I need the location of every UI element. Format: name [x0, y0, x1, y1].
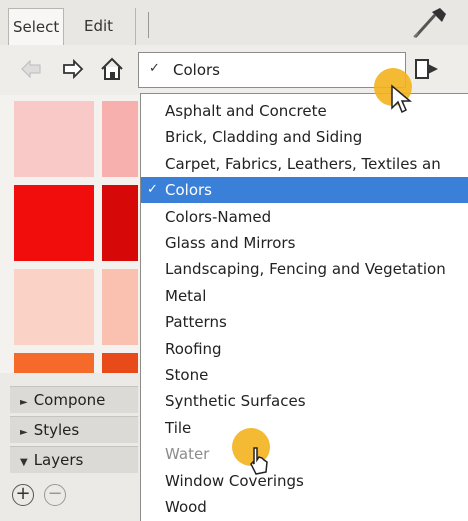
menu-item[interactable]: Landscaping, Fencing and Vegetation: [141, 256, 468, 282]
menu-item[interactable]: Asphalt and Concrete: [141, 98, 468, 124]
collapse-arrow-icon: ▼: [20, 457, 28, 468]
expand-arrow-icon: ►: [20, 427, 28, 438]
menu-item-label: Roofing: [165, 339, 222, 358]
menu-item[interactable]: Colors-Named: [141, 204, 468, 230]
menu-item[interactable]: Stone: [141, 362, 468, 388]
materials-panel: Select Edit ✓ Colors ► Compone ► Styles …: [0, 0, 468, 521]
menu-item[interactable]: Synthetic Surfaces: [141, 388, 468, 414]
menu-item[interactable]: Window Coverings: [141, 468, 468, 494]
dropdown-check-icon: ✓: [149, 61, 160, 76]
menu-item[interactable]: Glass and Mirrors: [141, 230, 468, 256]
menu-item-label: Tile: [165, 418, 192, 437]
swatch[interactable]: [14, 269, 94, 345]
section-label: Styles: [33, 421, 80, 439]
menu-item-label: Wood: [165, 498, 207, 516]
swatch[interactable]: [102, 353, 138, 373]
menu-item[interactable]: ✓ Colors: [141, 177, 468, 204]
menu-item-label: Window Coverings: [165, 471, 304, 490]
swatch[interactable]: [102, 185, 138, 261]
menu-item[interactable]: Patterns: [141, 309, 468, 335]
menu-item-label: Patterns: [165, 313, 227, 332]
menu-item-label: Brick, Cladding and Siding: [165, 128, 363, 147]
details-arrow-icon[interactable]: [410, 52, 444, 86]
menu-item-label: Colors-Named: [165, 207, 272, 226]
home-icon[interactable]: [98, 55, 126, 83]
remove-layer-icon[interactable]: −: [44, 484, 66, 506]
menu-item[interactable]: Water: [141, 441, 468, 467]
section-layers[interactable]: ▼ Layers: [10, 446, 138, 473]
section-label: Compone: [33, 391, 106, 409]
menu-item-label: Metal: [165, 286, 207, 305]
add-layer-icon[interactable]: +: [12, 484, 34, 506]
check-icon: ✓: [147, 182, 158, 198]
tab-bar: Select Edit: [0, 0, 468, 45]
tab-select[interactable]: Select: [8, 8, 65, 45]
section-styles[interactable]: ► Styles: [10, 416, 138, 443]
expand-arrow-icon: ►: [20, 397, 28, 408]
menu-item-label: Carpet, Fabrics, Leathers, Textiles an: [165, 154, 441, 173]
menu-item-label: Colors: [165, 181, 212, 200]
eyedropper-icon[interactable]: [412, 6, 448, 38]
section-components[interactable]: ► Compone: [10, 386, 138, 413]
forward-arrow-icon[interactable]: [58, 55, 86, 83]
menu-item-label: Glass and Mirrors: [165, 234, 296, 252]
menu-item-label: Landscaping, Fencing and Vegetation: [165, 260, 446, 279]
menu-item[interactable]: Tile: [141, 415, 468, 441]
swatch[interactable]: [14, 353, 94, 373]
menu-item[interactable]: Carpet, Fabrics, Leathers, Textiles an: [141, 151, 468, 177]
tab-divider: [148, 12, 149, 38]
menu-item-label: Asphalt and Concrete: [165, 102, 327, 120]
mouse-pointer-icon: [391, 84, 412, 114]
tab-edit[interactable]: Edit: [80, 8, 136, 45]
swatch[interactable]: [14, 185, 94, 261]
collection-dropdown[interactable]: ✓ Colors: [138, 52, 406, 88]
swatch[interactable]: [14, 101, 94, 177]
section-label: Layers: [33, 451, 84, 469]
dropdown-value: Colors: [173, 61, 220, 79]
swatch-grid: [0, 95, 140, 373]
menu-item[interactable]: Wood: [141, 494, 468, 520]
menu-item[interactable]: Metal: [141, 283, 468, 309]
menu-item-label: Synthetic Surfaces: [165, 392, 306, 411]
menu-item-label: Water: [165, 445, 210, 464]
menu-item-label: Stone: [165, 366, 209, 384]
menu-item[interactable]: Roofing: [141, 336, 468, 362]
menu-item[interactable]: Brick, Cladding and Siding: [141, 124, 468, 150]
hand-pointer-icon: [250, 447, 268, 475]
back-arrow-icon[interactable]: [18, 55, 46, 83]
swatch[interactable]: [102, 101, 138, 177]
collection-menu: Asphalt and Concrete Brick, Cladding and …: [140, 93, 468, 521]
swatch[interactable]: [102, 269, 138, 345]
